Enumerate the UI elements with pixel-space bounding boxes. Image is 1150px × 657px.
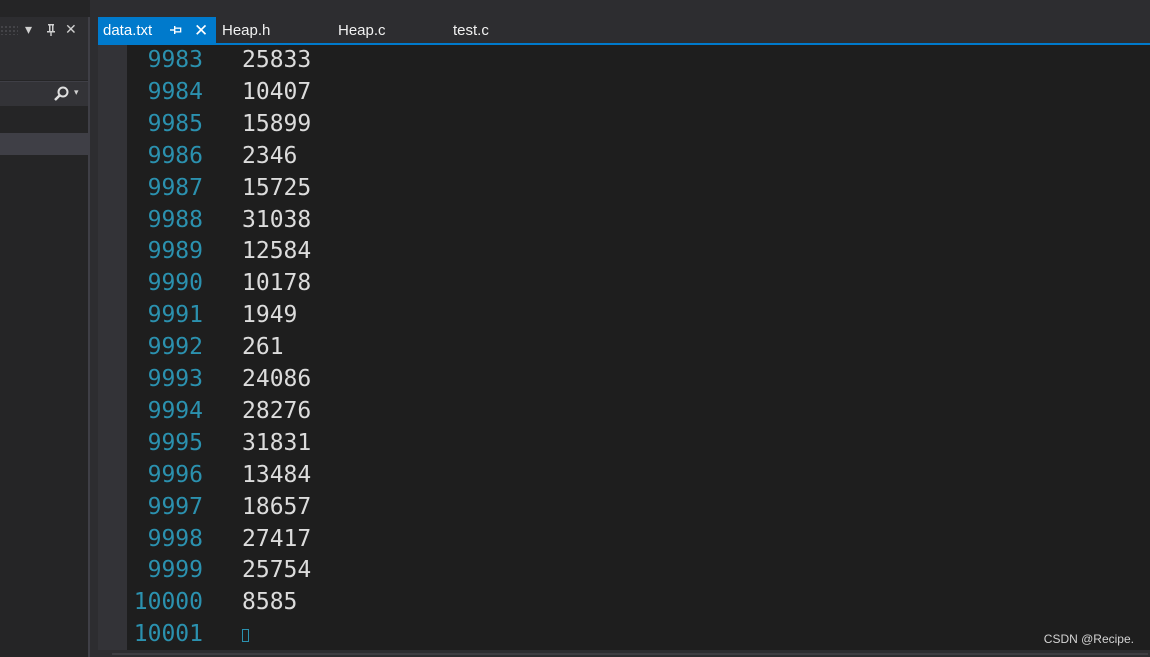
editor-line[interactable]: 9985 15899 [98, 108, 1150, 140]
tab-label: Heap.c [338, 22, 386, 39]
line-text: 10178 [242, 270, 312, 297]
editor-line[interactable]: 9987 15725 [98, 172, 1150, 204]
document-tab-strip: data.txt ✕ Heap.h Heap.c test.c [98, 17, 1150, 43]
line-text: 10407 [242, 78, 312, 105]
text-editor[interactable]: 9983 25833 9984 10407 9985 15899 9986 2346 9987 1… [98, 45, 1150, 657]
editor-line[interactable]: 9988 31038 [98, 204, 1150, 236]
line-number: 9986 [147, 142, 203, 169]
line-text: 25754 [242, 557, 312, 584]
editor-line[interactable]: 9984 10407 [98, 76, 1150, 108]
ide-window: ▾ ✕ ▾ data.txt ✕ Heap.h Heap.c test.c 99… [0, 0, 1150, 657]
line-number: 9999 [147, 557, 203, 584]
close-tab-icon[interactable]: ✕ [194, 17, 208, 44]
line-text: 15725 [242, 174, 312, 201]
line-text: 8585 [242, 589, 298, 616]
line-number: 9990 [147, 270, 203, 297]
editor-line[interactable]: 9999 25754 [98, 554, 1150, 586]
panel-dropdown-icon[interactable]: ▾ [25, 20, 32, 40]
line-text: 28276 [242, 397, 312, 424]
editor-line[interactable]: 9998 27417 [98, 523, 1150, 555]
panel-splitter[interactable] [88, 17, 90, 657]
editor-line[interactable]: 9992 261 [98, 331, 1150, 363]
line-text: 12584 [242, 238, 312, 265]
close-panel-icon[interactable]: ✕ [65, 20, 77, 40]
line-text: 2346 [242, 142, 298, 169]
tab-heap-c[interactable]: Heap.c [338, 17, 386, 43]
line-number: 9996 [147, 461, 203, 488]
search-icon[interactable] [52, 85, 70, 103]
editor-line[interactable]: 9990 10178 [98, 267, 1150, 299]
editor-line[interactable]: 9983 25833 [98, 44, 1150, 76]
line-number: 9992 [147, 334, 203, 361]
editor-line[interactable]: 9989 12584 [98, 235, 1150, 267]
panel-drag-grip[interactable] [0, 25, 18, 35]
line-number: 9985 [147, 110, 203, 137]
tab-data-txt[interactable]: data.txt ✕ [98, 17, 216, 43]
line-number: 9991 [147, 302, 203, 329]
line-number: 9988 [147, 206, 203, 233]
line-number: 9997 [147, 493, 203, 520]
watermark: CSDN @Recipe. [1043, 632, 1134, 646]
line-text: 1949 [242, 302, 298, 329]
editor-line[interactable]: 10001 [98, 618, 1150, 650]
line-text: 27417 [242, 525, 312, 552]
editor-line[interactable]: 10000 8585 [98, 586, 1150, 618]
editor-line[interactable]: 9993 24086 [98, 363, 1150, 395]
search-options-dropdown-icon[interactable]: ▾ [74, 88, 79, 98]
line-number: 9983 [147, 47, 203, 73]
line-text: 24086 [242, 366, 312, 392]
line-number: 9995 [147, 429, 203, 456]
line-number: 9989 [147, 238, 203, 265]
line-number: 9987 [147, 174, 203, 201]
line-text: 13484 [242, 461, 312, 488]
editor-line[interactable]: 9995 31831 [98, 427, 1150, 459]
line-text: 261 [242, 334, 284, 361]
line-text: 31038 [242, 206, 312, 233]
editor-line[interactable]: 9986 2346 [98, 140, 1150, 172]
tab-test-c[interactable]: test.c [453, 17, 489, 43]
line-text: 15899 [242, 110, 312, 137]
tab-label: test.c [453, 22, 489, 39]
line-text: 31831 [242, 429, 312, 456]
solution-explorer-panel: ▾ ✕ ▾ [0, 0, 90, 657]
line-number: 10001 [133, 621, 203, 648]
line-number: 9984 [147, 78, 203, 105]
pin-icon[interactable] [45, 20, 57, 43]
line-number: 9994 [147, 397, 203, 424]
editor-line[interactable]: 9994 28276 [98, 395, 1150, 427]
panel-header: ▾ ✕ [0, 17, 90, 45]
horizontal-scrollbar[interactable] [98, 650, 1150, 657]
editor-line[interactable]: 9996 13484 [98, 459, 1150, 491]
panel-toolbar [0, 45, 90, 80]
line-text: 25833 [242, 47, 312, 73]
line-text: 18657 [242, 493, 312, 520]
line-number: 9998 [147, 525, 203, 552]
line-number: 9993 [147, 366, 203, 392]
line-number: 10000 [133, 589, 203, 616]
editor-line[interactable]: 9991 1949 [98, 299, 1150, 331]
selected-tree-item[interactable] [0, 133, 88, 155]
tab-heap-h[interactable]: Heap.h [222, 17, 270, 43]
tab-label: Heap.h [222, 22, 271, 39]
pin-tab-icon[interactable] [170, 17, 182, 44]
end-of-file-marker [242, 629, 249, 643]
search-input[interactable]: ▾ [0, 81, 88, 107]
scrollbar-thumb[interactable] [112, 653, 1148, 655]
panel-tree [0, 106, 88, 657]
tab-label: data.txt [103, 22, 153, 39]
editor-line[interactable]: 9997 18657 [98, 491, 1150, 523]
